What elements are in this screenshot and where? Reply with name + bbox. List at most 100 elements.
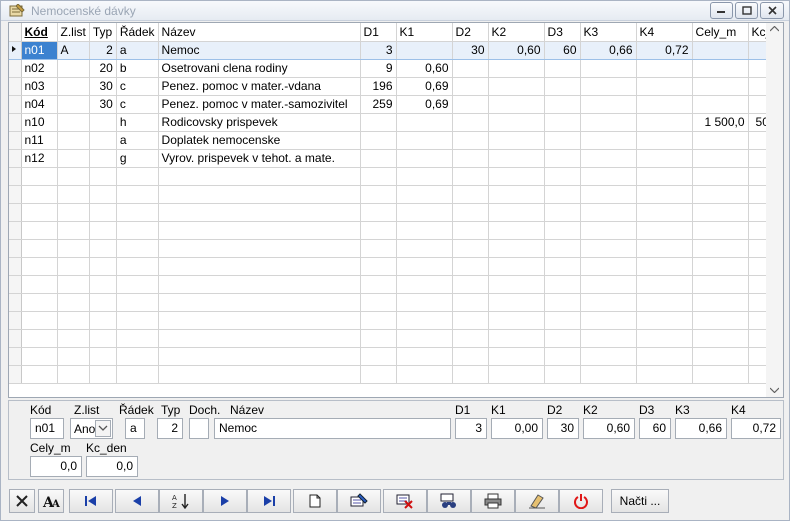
- cell-k4[interactable]: [636, 275, 693, 294]
- cell-typ[interactable]: [89, 275, 117, 294]
- cell-zlist[interactable]: [57, 257, 90, 276]
- cell-nazev[interactable]: [158, 347, 361, 366]
- cell-typ[interactable]: 30: [89, 77, 117, 96]
- cell-d2[interactable]: [452, 95, 489, 114]
- cell-d3[interactable]: [544, 95, 581, 114]
- cell-zlist[interactable]: [57, 365, 90, 384]
- cell-k4[interactable]: [636, 95, 693, 114]
- cell-d2[interactable]: [452, 59, 489, 78]
- cell-k1[interactable]: 0,69: [396, 77, 453, 96]
- cell-zlist[interactable]: [57, 275, 90, 294]
- cell-radek[interactable]: g: [116, 149, 159, 168]
- cell-kod[interactable]: n11: [21, 131, 58, 150]
- cell-d3[interactable]: [544, 221, 581, 240]
- cell-d2[interactable]: [452, 293, 489, 312]
- d1-field[interactable]: 3: [455, 418, 487, 439]
- next-record-button[interactable]: [203, 489, 247, 513]
- empty-table-row[interactable]: [9, 329, 783, 348]
- cell-d3[interactable]: [544, 149, 581, 168]
- cell-k2[interactable]: [488, 203, 545, 222]
- column-header-d3[interactable]: D3: [544, 23, 581, 42]
- cell-d1[interactable]: [360, 329, 397, 348]
- cell-cely-m[interactable]: [692, 239, 749, 258]
- cell-d3[interactable]: [544, 293, 581, 312]
- cell-zlist[interactable]: [57, 203, 90, 222]
- cell-zlist[interactable]: [57, 167, 90, 186]
- last-record-button[interactable]: [247, 489, 291, 513]
- cell-d3[interactable]: [544, 77, 581, 96]
- previous-record-button[interactable]: [115, 489, 159, 513]
- cell-kod[interactable]: n12: [21, 149, 58, 168]
- cell-d1[interactable]: [360, 275, 397, 294]
- cell-k2[interactable]: [488, 275, 545, 294]
- cell-k2[interactable]: [488, 365, 545, 384]
- cell-d2[interactable]: [452, 347, 489, 366]
- k4-field[interactable]: 0,72: [731, 418, 781, 439]
- cell-k3[interactable]: [580, 77, 637, 96]
- column-header-kod[interactable]: Kód: [21, 23, 58, 42]
- cell-typ[interactable]: [89, 329, 117, 348]
- empty-table-row[interactable]: [9, 185, 783, 204]
- search-button[interactable]: [427, 489, 471, 513]
- cell-k2[interactable]: [488, 347, 545, 366]
- cell-radek[interactable]: c: [116, 95, 159, 114]
- cell-d1[interactable]: 259: [360, 95, 397, 114]
- cell-radek[interactable]: [116, 167, 159, 186]
- cell-kod[interactable]: [21, 275, 58, 294]
- cell-k4[interactable]: [636, 167, 693, 186]
- cell-k1[interactable]: [396, 347, 453, 366]
- cell-k3[interactable]: [580, 347, 637, 366]
- cell-k3[interactable]: [580, 59, 637, 78]
- cell-typ[interactable]: [89, 365, 117, 384]
- cell-typ[interactable]: [89, 293, 117, 312]
- cell-kod[interactable]: n01: [21, 40, 58, 60]
- cell-nazev[interactable]: [158, 311, 361, 330]
- table-row[interactable]: n01 A 2 a Nemoc 3 30 0,60 60 0,66 0,72: [9, 40, 783, 60]
- cell-k3[interactable]: [580, 329, 637, 348]
- cell-k1[interactable]: [396, 257, 453, 276]
- cell-d3[interactable]: [544, 59, 581, 78]
- cell-nazev[interactable]: [158, 221, 361, 240]
- cell-typ[interactable]: [89, 311, 117, 330]
- cell-kod[interactable]: [21, 257, 58, 276]
- cell-nazev[interactable]: Vyrov. prispevek v tehot. a mate.: [158, 149, 361, 168]
- cell-nazev[interactable]: [158, 185, 361, 204]
- cell-radek[interactable]: a: [116, 40, 159, 60]
- cell-d1[interactable]: [360, 257, 397, 276]
- d3-field[interactable]: 60: [639, 418, 671, 439]
- cell-d1[interactable]: [360, 131, 397, 150]
- cell-d1[interactable]: [360, 239, 397, 258]
- k3-field[interactable]: 0,66: [675, 418, 727, 439]
- cell-d1[interactable]: [360, 167, 397, 186]
- delete-record-button[interactable]: [383, 489, 427, 513]
- cell-d2[interactable]: [452, 257, 489, 276]
- cell-cely-m[interactable]: [692, 311, 749, 330]
- cell-k3[interactable]: [580, 257, 637, 276]
- cell-k4[interactable]: [636, 239, 693, 258]
- cell-k1[interactable]: [396, 131, 453, 150]
- cell-nazev[interactable]: Penez. pomoc v mater.-vdana: [158, 77, 361, 96]
- cell-d3[interactable]: [544, 131, 581, 150]
- cell-k1[interactable]: [396, 203, 453, 222]
- cell-cely-m[interactable]: [692, 365, 749, 384]
- cell-k4[interactable]: [636, 149, 693, 168]
- cell-typ[interactable]: [89, 347, 117, 366]
- cell-radek[interactable]: c: [116, 77, 159, 96]
- cell-d3[interactable]: [544, 185, 581, 204]
- cell-radek[interactable]: [116, 221, 159, 240]
- maximize-button[interactable]: [735, 2, 758, 19]
- cell-d2[interactable]: [452, 365, 489, 384]
- cell-d3[interactable]: [544, 257, 581, 276]
- zlist-select[interactable]: Ano: [70, 418, 113, 439]
- cell-radek[interactable]: h: [116, 113, 159, 132]
- table-row[interactable]: n12 g Vyrov. prispevek v tehot. a mate.: [9, 149, 783, 168]
- cell-k2[interactable]: [488, 221, 545, 240]
- k1-field[interactable]: 0,00: [491, 418, 543, 439]
- cell-cely-m[interactable]: [692, 167, 749, 186]
- cell-k1[interactable]: [396, 311, 453, 330]
- cell-typ[interactable]: [89, 113, 117, 132]
- cell-k3[interactable]: [580, 275, 637, 294]
- table-row[interactable]: n03 30 c Penez. pomoc v mater.-vdana 196 0,69: [9, 77, 783, 96]
- cell-k4[interactable]: [636, 77, 693, 96]
- column-header-d1[interactable]: D1: [360, 23, 397, 42]
